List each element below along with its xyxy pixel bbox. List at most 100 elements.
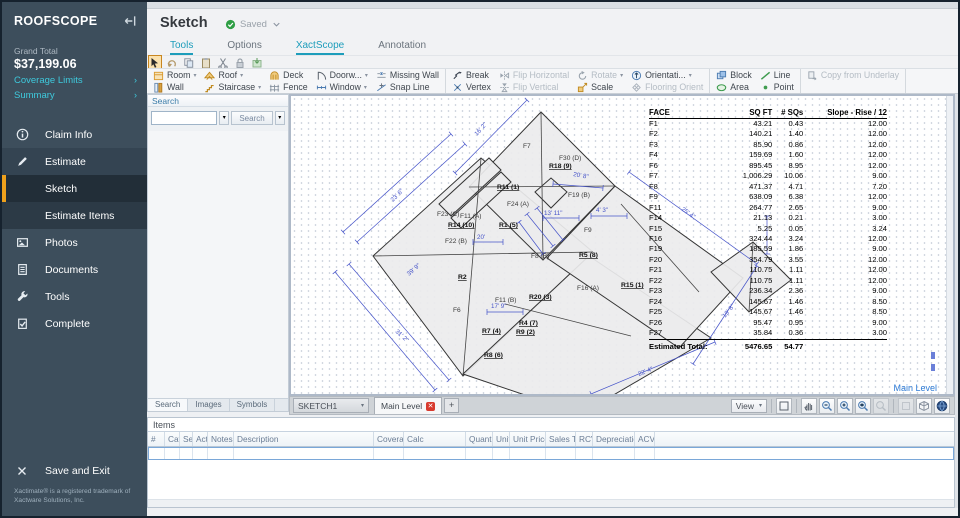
level-tab-close-icon[interactable]: ✕ xyxy=(426,402,435,411)
paste-tool-icon[interactable] xyxy=(200,56,212,68)
level-tab[interactable]: Main Level ✕ xyxy=(374,397,442,414)
search-panel-tab-symbols[interactable]: Symbols xyxy=(230,399,276,411)
tool-flip-horizontal: Flip Horizontal xyxy=(495,69,573,81)
face-label: F6 xyxy=(453,307,461,314)
tool-deck[interactable]: Deck xyxy=(265,69,311,81)
tool-point[interactable]: Point xyxy=(756,81,798,93)
search-button[interactable]: Search xyxy=(231,111,272,125)
tab-options[interactable]: Options xyxy=(227,37,261,55)
sidebar-item-estimate-items[interactable]: Estimate Items xyxy=(2,202,147,229)
items-cell[interactable] xyxy=(576,447,593,460)
tool-fence[interactable]: Fence xyxy=(265,81,311,93)
canvas-vertical-scrollbar[interactable] xyxy=(946,96,953,394)
sidebar-item-label: Tools xyxy=(45,291,70,303)
tool-wall[interactable]: Wall xyxy=(149,81,200,93)
tool-break[interactable]: Break xyxy=(448,69,495,81)
chevron-down-icon[interactable]: ▾ xyxy=(365,72,368,79)
tool-label: Snap Line xyxy=(390,82,430,92)
items-cell[interactable] xyxy=(655,447,954,460)
chevron-down-icon[interactable]: ▾ xyxy=(364,84,367,91)
view-dropdown[interactable]: View▾ xyxy=(731,399,767,413)
chevron-down-icon[interactable]: ▾ xyxy=(193,72,196,79)
levels-button[interactable] xyxy=(898,398,914,414)
items-cell[interactable] xyxy=(593,447,635,460)
sidebar-collapse-icon[interactable] xyxy=(123,14,137,28)
tool-area[interactable]: Area xyxy=(712,81,756,93)
tool-scale[interactable]: Scale xyxy=(573,81,627,93)
tool-room[interactable]: Room▾ xyxy=(149,69,200,81)
zoom-fit-button[interactable] xyxy=(855,398,871,414)
chevron-down-icon[interactable]: ▾ xyxy=(240,72,243,79)
chevron-down-icon[interactable]: ▾ xyxy=(620,72,623,79)
save-and-exit-button[interactable]: Save and Exit xyxy=(2,458,147,484)
zoom-window-button[interactable] xyxy=(873,398,889,414)
search-input-dropdown[interactable]: ▾ xyxy=(219,111,229,125)
sidebar-item-claim-info[interactable]: Claim Info xyxy=(2,121,147,148)
tool-snap-line[interactable]: Snap Line xyxy=(372,81,443,93)
tab-annotation[interactable]: Annotation xyxy=(378,37,426,55)
cursor-tool-icon[interactable] xyxy=(149,56,161,68)
items-cell[interactable] xyxy=(493,447,510,460)
zoom-out-button[interactable] xyxy=(819,398,835,414)
items-cell[interactable] xyxy=(208,447,234,460)
sidebar-item-documents[interactable]: Documents xyxy=(2,256,147,283)
tool-vertex[interactable]: Vertex xyxy=(448,81,495,93)
copy-tool-icon[interactable] xyxy=(183,56,195,68)
chevron-right-icon: › xyxy=(134,90,137,101)
tool-roof[interactable]: Roof▾ xyxy=(200,69,265,81)
tool-doorw[interactable]: Doorw...▾ xyxy=(312,69,372,81)
items-cell[interactable] xyxy=(374,447,404,460)
items-cell[interactable] xyxy=(635,447,655,460)
search-input[interactable] xyxy=(151,111,217,125)
sheet-selector[interactable]: SKETCH1▾ xyxy=(293,398,369,413)
items-cell[interactable] xyxy=(466,447,493,460)
items-cell[interactable] xyxy=(234,447,374,460)
zoom-in-button[interactable] xyxy=(837,398,853,414)
search-panel-tab-search[interactable]: Search xyxy=(148,399,188,411)
view-3d-button[interactable] xyxy=(916,398,932,414)
sidebar-link-summary[interactable]: Summary› xyxy=(2,88,147,103)
tool-window[interactable]: Window▾ xyxy=(312,81,372,93)
globe-view-button[interactable] xyxy=(934,398,950,414)
sidebar-link-label: Coverage Limits xyxy=(14,75,83,86)
tab-xactscope[interactable]: XactScope xyxy=(296,37,344,55)
pan-button[interactable] xyxy=(801,398,817,414)
sidebar-item-tools[interactable]: Tools xyxy=(2,283,147,310)
tool-block[interactable]: Block xyxy=(712,69,756,81)
sidebar-item-estimate[interactable]: Estimate xyxy=(2,148,147,175)
add-level-tab[interactable]: + xyxy=(444,398,459,413)
tool-label: Missing Wall xyxy=(390,70,439,80)
tab-tools[interactable]: Tools xyxy=(170,37,193,55)
select-rectangle-button[interactable] xyxy=(776,398,792,414)
items-cell[interactable] xyxy=(148,447,165,460)
sidebar-item-photos[interactable]: Photos xyxy=(2,229,147,256)
sidebar-link-coverage-limits[interactable]: Coverage Limits› xyxy=(2,73,147,88)
tool-orientati[interactable]: Orientati...▾ xyxy=(627,69,707,81)
items-cell[interactable] xyxy=(193,447,208,460)
lock-tool-icon[interactable] xyxy=(234,56,246,68)
search-button-dropdown[interactable]: ▾ xyxy=(275,111,285,125)
search-panel-tab-images[interactable]: Images xyxy=(188,399,229,411)
items-cell[interactable] xyxy=(546,447,576,460)
sketch-canvas[interactable]: F7F30 (D)R18 (9)R11 (1)F19 (B)F24 (A)F23… xyxy=(289,94,955,396)
tool-label: Wall xyxy=(167,82,184,92)
face-label: F24 (A) xyxy=(507,201,529,208)
items-cell[interactable] xyxy=(510,447,546,460)
items-cell[interactable] xyxy=(165,447,180,460)
export-tool-icon[interactable] xyxy=(251,56,263,68)
undo-tool-icon[interactable] xyxy=(166,56,178,68)
chevron-down-icon[interactable]: ▾ xyxy=(258,84,261,91)
tool-missing-wall[interactable]: Missing Wall xyxy=(372,69,443,81)
items-scrollbar[interactable] xyxy=(148,499,954,507)
items-empty-row[interactable] xyxy=(148,447,954,460)
cut-tool-icon[interactable] xyxy=(217,56,229,68)
chevron-down-icon[interactable]: ▾ xyxy=(689,72,692,79)
items-cell[interactable] xyxy=(180,447,193,460)
items-cell[interactable] xyxy=(404,447,466,460)
tool-line[interactable]: Line xyxy=(756,69,798,81)
window-scrollbar[interactable] xyxy=(955,94,958,508)
sidebar-item-sketch[interactable]: Sketch xyxy=(2,175,147,202)
saved-status[interactable]: Saved xyxy=(225,19,282,30)
tool-staircase[interactable]: Staircase▾ xyxy=(200,81,265,93)
sidebar-item-complete[interactable]: Complete xyxy=(2,310,147,337)
